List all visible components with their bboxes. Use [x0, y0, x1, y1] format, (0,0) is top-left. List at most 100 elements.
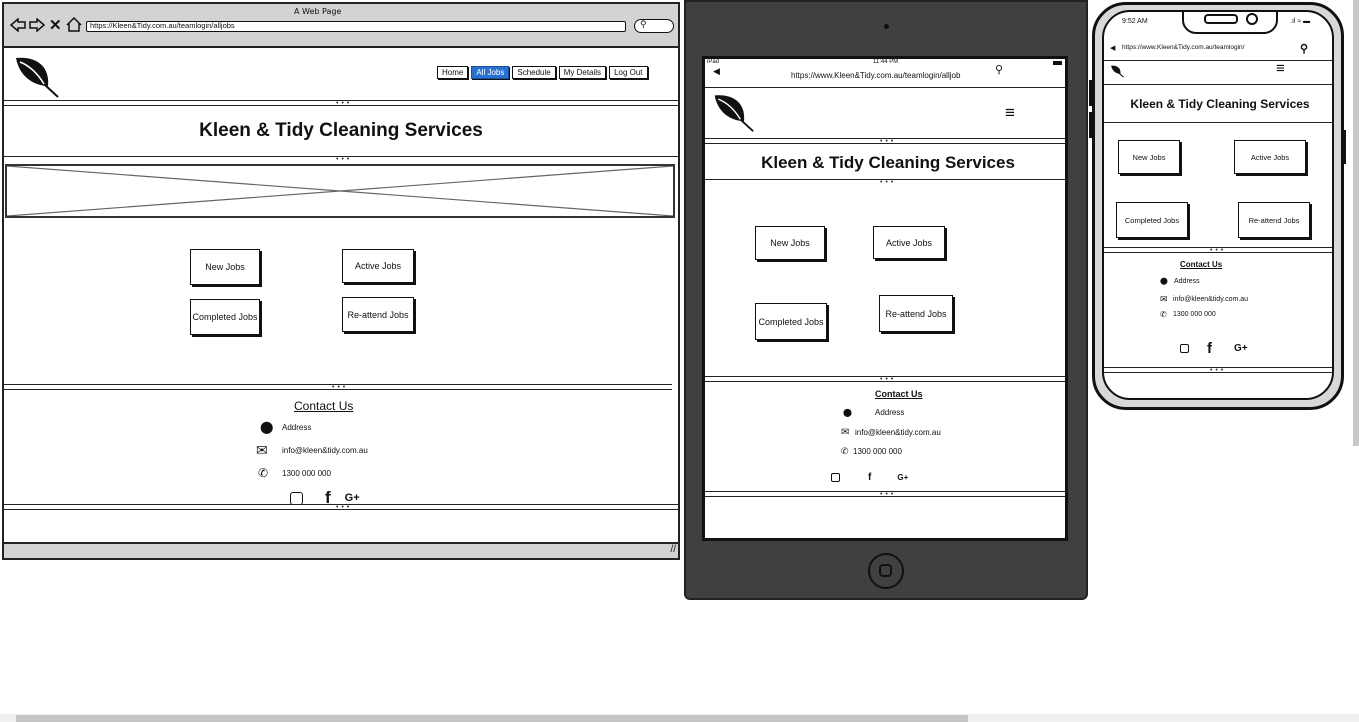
email-text[interactable]: info@kleen&tidy.com.au: [855, 428, 941, 437]
contact-heading: Contact Us: [875, 389, 923, 399]
contact-heading: Contact Us: [294, 399, 354, 413]
battery-icon: [1053, 61, 1062, 65]
site-logo-leaf-icon[interactable]: [1110, 64, 1124, 83]
re-attend-jobs-button[interactable]: Re-attend Jobs: [879, 295, 953, 332]
nav-all-jobs[interactable]: All Jobs: [471, 66, 510, 79]
phone-side-button[interactable]: [1342, 130, 1346, 164]
active-jobs-button[interactable]: Active Jobs: [1234, 140, 1306, 174]
phone-side-button[interactable]: [1089, 112, 1093, 138]
site-title: Kleen & Tidy Cleaning Services: [199, 120, 483, 141]
site-logo-leaf-icon[interactable]: [711, 91, 755, 138]
new-jobs-button[interactable]: New Jobs: [755, 226, 825, 260]
phone-status-time: 9:52 AM: [1122, 18, 1148, 25]
nav-my-details[interactable]: My Details: [558, 66, 607, 79]
contact-email: ✉ info@kleen&tidy.com.au: [841, 427, 941, 438]
forward-icon[interactable]: [29, 17, 46, 37]
tablet-url[interactable]: https://www.Kleen&Tidy.com.au/teamlogin/…: [791, 71, 960, 80]
facebook-icon[interactable]: f: [868, 472, 871, 483]
completed-jobs-button[interactable]: Completed Jobs: [755, 303, 827, 340]
email-text[interactable]: info@kleen&tidy.com.au: [1173, 296, 1248, 303]
search-icon[interactable]: ⚲: [1300, 42, 1308, 55]
search-pill[interactable]: ⚲: [634, 19, 674, 33]
divider: [1104, 60, 1332, 61]
divider: [1104, 252, 1332, 253]
address-bar-url: https://Kleen&Tidy.com.au/teamlogin/allj…: [90, 21, 235, 30]
envelope-icon: ✉: [256, 442, 268, 458]
window-statusbar: //: [4, 542, 678, 558]
divider: [705, 496, 1065, 497]
contact-phone: ✆ 1300 000 000: [258, 466, 331, 480]
vertical-scrollbar-thumb[interactable]: [1353, 0, 1359, 446]
nav-home[interactable]: Home: [437, 66, 469, 79]
divider: [705, 87, 1065, 88]
divider: [4, 105, 678, 106]
site-title: Kleen & Tidy Cleaning Services: [761, 153, 1015, 172]
instagram-icon[interactable]: [290, 491, 303, 505]
tablet-status-time: 11:44 PM: [873, 59, 899, 65]
new-jobs-button[interactable]: New Jobs: [1118, 140, 1180, 174]
divider: [4, 509, 678, 510]
desktop-window: A Web Page ✕ https://Kleen&Tidy.com.au/t…: [2, 2, 680, 560]
address-bar[interactable]: https://Kleen&Tidy.com.au/teamlogin/allj…: [86, 21, 626, 32]
back-icon[interactable]: ◀: [1110, 44, 1115, 52]
divider: [705, 381, 1065, 382]
hero-image-placeholder: [5, 164, 675, 218]
divider: [1104, 122, 1332, 123]
map-marker-icon: ⬤: [843, 408, 852, 417]
back-icon[interactable]: ◀: [713, 66, 720, 77]
phone-icon: ✆: [258, 466, 269, 480]
completed-jobs-button[interactable]: Completed Jobs: [1116, 202, 1188, 238]
new-jobs-button[interactable]: New Jobs: [190, 249, 260, 285]
phone-text: 1300 000 000: [282, 468, 331, 478]
social-links: f G+: [831, 472, 908, 483]
search-icon[interactable]: ⚲: [995, 63, 1003, 76]
map-marker-icon: ⬤: [260, 420, 274, 434]
active-jobs-button[interactable]: Active Jobs: [342, 249, 414, 283]
contact-email: ✉ info@kleen&tidy.com.au: [256, 442, 368, 459]
contact-heading: Contact Us: [1180, 260, 1223, 269]
resize-grip-icon[interactable]: //: [670, 544, 676, 555]
nav-log-out[interactable]: Log Out: [609, 66, 648, 79]
envelope-icon: ✉: [841, 427, 850, 438]
divider-handle: • • •: [880, 179, 894, 186]
window-title: A Web Page: [294, 7, 342, 16]
facebook-icon[interactable]: f: [1207, 340, 1212, 357]
site-title: Kleen & Tidy Cleaning Services: [1130, 97, 1310, 111]
contact-phone: ✆ 1300 000 000: [1160, 310, 1216, 319]
nav-schedule[interactable]: Schedule: [512, 66, 556, 79]
phone-side-button[interactable]: [1089, 80, 1093, 106]
facebook-icon[interactable]: f: [325, 488, 331, 508]
active-jobs-button[interactable]: Active Jobs: [873, 226, 945, 259]
google-plus-icon[interactable]: G+: [1234, 343, 1248, 354]
completed-jobs-button[interactable]: Completed Jobs: [190, 299, 260, 335]
home-icon[interactable]: [66, 16, 82, 37]
desktop-nav: Home All Jobs Schedule My Details Log Ou…: [434, 66, 648, 79]
phone-icon: ✆: [1160, 310, 1167, 319]
re-attend-jobs-button[interactable]: Re-attend Jobs: [342, 297, 414, 332]
phone-notch: [1182, 12, 1278, 34]
signal-wifi-battery-icon: .ıl ≈ ▬: [1290, 18, 1311, 25]
site-logo-leaf-icon[interactable]: [12, 54, 60, 103]
instagram-icon[interactable]: [831, 473, 840, 482]
email-text[interactable]: info@kleen&tidy.com.au: [282, 446, 368, 455]
hamburger-menu-icon[interactable]: ≡: [1005, 103, 1015, 123]
contact-address: ⬤ Address: [1160, 277, 1200, 286]
hamburger-menu-icon[interactable]: ≡: [1276, 60, 1285, 77]
search-icon: ⚲: [640, 19, 647, 29]
map-marker-icon: ⬤: [1160, 278, 1168, 285]
instagram-icon[interactable]: [1180, 344, 1189, 353]
phone-url[interactable]: https://www.Kleen&Tidy.com.au/teamlogin/: [1122, 44, 1244, 51]
stop-icon[interactable]: ✕: [49, 16, 62, 34]
google-plus-icon[interactable]: G+: [897, 473, 908, 482]
back-icon[interactable]: [9, 17, 26, 37]
phone-text: 1300 000 000: [1173, 311, 1216, 318]
address-text: Address: [1174, 277, 1200, 285]
contact-phone: ✆ 1300 000 000: [841, 446, 902, 457]
horizontal-scrollbar-thumb[interactable]: [16, 715, 968, 722]
divider: [705, 143, 1065, 144]
re-attend-jobs-button[interactable]: Re-attend Jobs: [1238, 202, 1310, 238]
divider: [4, 389, 672, 390]
google-plus-icon[interactable]: G+: [345, 492, 360, 504]
contact-email: ✉ info@kleen&tidy.com.au: [1160, 294, 1248, 305]
tablet-home-button[interactable]: [868, 553, 904, 589]
